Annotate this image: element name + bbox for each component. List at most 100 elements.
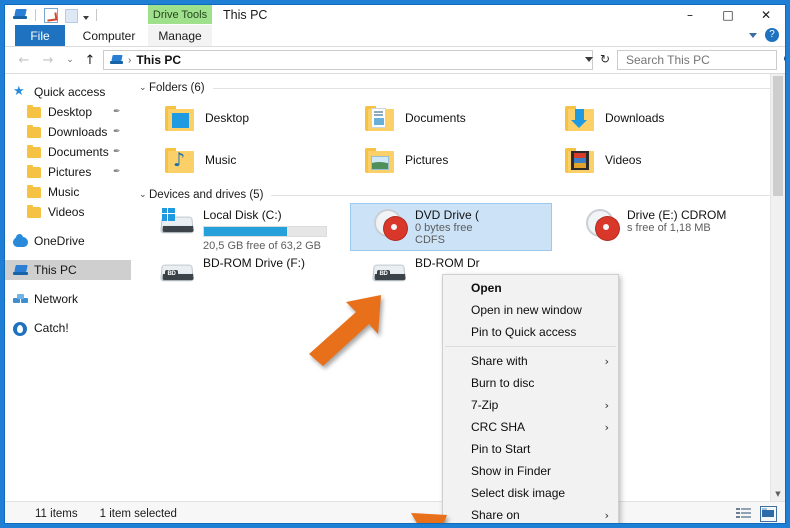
search-input[interactable] — [624, 52, 783, 68]
folder-tile[interactable]: Documents — [339, 97, 539, 139]
menu-item-label: Select disk image — [471, 486, 566, 500]
group-rule — [212, 87, 771, 89]
menu-item-crc-sha[interactable]: CRC SHA › — [443, 416, 618, 438]
window-controls: – □ ✕ — [671, 5, 785, 25]
folder-tile[interactable]: Pictures — [339, 139, 539, 181]
drives-group-header[interactable]: ⌄ Devices and drives (5) — [139, 186, 771, 204]
chevron-down-icon[interactable]: ⌄ — [139, 190, 149, 200]
hard-disk-icon — [160, 208, 195, 240]
pin-icon[interactable]: ✒ — [113, 148, 121, 157]
contextual-tab-header-drive-tools: Drive Tools — [148, 5, 212, 24]
sidebar-item-label: Desktop — [48, 105, 93, 119]
scroll-down-icon[interactable]: ▼ — [771, 487, 785, 501]
sidebar-item-documents[interactable]: Documents ✒ — [5, 142, 131, 162]
folder-tile-label: Documents — [405, 111, 466, 125]
customize-caret-icon[interactable] — [83, 15, 89, 20]
tab-file[interactable]: File — [15, 25, 65, 46]
folders-group-header[interactable]: ⌄ Folders (6) — [139, 79, 771, 97]
submenu-arrow-icon: › — [604, 509, 609, 522]
menu-item-pin-to-quick-access[interactable]: Pin to Quick access — [443, 321, 618, 343]
drive-name: Local Disk (C:) — [203, 208, 282, 222]
sidebar-item-label: This PC — [34, 263, 77, 277]
folder-desktop-icon — [165, 105, 195, 131]
selection-status: 1 item selected — [99, 507, 177, 520]
sidebar-item-this-pc[interactable]: This PC — [5, 260, 131, 280]
folder-tile[interactable]: Downloads — [539, 97, 739, 139]
menu-item-share-on[interactable]: Share on › — [443, 504, 618, 523]
folder-tile[interactable]: Desktop — [139, 97, 339, 139]
dvd-drive-icon — [585, 208, 619, 240]
help-icon[interactable]: ? — [765, 28, 779, 42]
close-icon: ✕ — [760, 8, 772, 22]
minimize-button[interactable]: – — [671, 5, 709, 25]
menu-separator — [445, 346, 616, 347]
chevron-down-icon[interactable] — [584, 56, 593, 62]
vertical-scrollbar[interactable]: ▲ ▼ — [770, 74, 785, 501]
address-bar: ← → ⌄ ↑ › This PC ↻ ⚲ — [5, 47, 785, 74]
pin-icon[interactable]: ✒ — [113, 128, 121, 137]
drive-name: Drive (E:) CDROM — [627, 208, 727, 222]
bd-rom-icon: BD — [372, 256, 407, 288]
folder-downloads-icon — [565, 105, 595, 131]
tab-computer[interactable]: Computer — [73, 25, 145, 46]
sidebar-item-videos[interactable]: Videos — [5, 202, 131, 222]
menu-item-open-in-new-window[interactable]: Open in new window — [443, 299, 618, 321]
menu-item-select-disk-image[interactable]: Select disk image — [443, 482, 618, 504]
tab-manage[interactable]: Manage — [148, 25, 212, 46]
view-toggle-buttons — [736, 506, 777, 522]
menu-item-show-in-finder[interactable]: Show in Finder — [443, 460, 618, 482]
drive-sub: 0 bytes free — [415, 222, 473, 234]
sidebar-item-desktop[interactable]: Desktop ✒ — [5, 102, 131, 122]
up-arrow-icon[interactable]: ↑ — [81, 52, 99, 68]
pin-icon[interactable]: ✒ — [113, 168, 121, 177]
properties-icon[interactable] — [43, 7, 58, 23]
back-arrow-icon[interactable]: ← — [15, 52, 33, 68]
qat-divider-2 — [96, 8, 97, 21]
new-folder-icon[interactable] — [63, 7, 78, 23]
chevron-down-icon[interactable] — [749, 32, 757, 38]
menu-item-pin-to-start[interactable]: Pin to Start — [443, 438, 618, 460]
folder-music-icon: ♪ — [165, 147, 195, 173]
sidebar-item-onedrive[interactable]: OneDrive — [5, 231, 131, 251]
chevron-down-icon[interactable]: ⌄ — [139, 83, 149, 93]
drive-tile[interactable]: Local Disk (C:) 20,5 GB free of 63,2 GB — [139, 204, 339, 252]
sidebar-item-label: Catch! — [34, 321, 69, 335]
menu-item-label: CRC SHA — [471, 420, 526, 434]
drive-tile[interactable]: Drive (E:) CDROM s free of 1,18 MB — [563, 204, 763, 250]
sidebar-item-network[interactable]: Network — [5, 289, 131, 309]
folder-tile[interactable]: ♪ Music — [139, 139, 339, 181]
menu-item-share-with[interactable]: Share with › — [443, 350, 618, 372]
details-view-icon[interactable] — [736, 507, 751, 521]
breadcrumb[interactable]: › This PC — [103, 50, 593, 70]
menu-item-label: Share on — [471, 508, 520, 522]
ribbon-right-controls: ? — [749, 28, 779, 42]
sidebar-item-quick-access[interactable]: ★ Quick access — [5, 82, 131, 102]
search-box[interactable]: ⚲ — [617, 50, 785, 70]
maximize-button[interactable]: □ — [709, 5, 747, 25]
address-bar-buttons: ↻ — [584, 52, 610, 66]
large-icons-view-icon[interactable] — [760, 506, 777, 522]
menu-item-7-zip[interactable]: 7-Zip › — [443, 394, 618, 416]
menu-item-open[interactable]: Open — [443, 277, 618, 299]
sidebar-item-music[interactable]: Music — [5, 182, 131, 202]
sidebar-item-catch[interactable]: Catch! — [5, 318, 131, 338]
recent-locations-icon[interactable]: ⌄ — [61, 52, 79, 68]
breadcrumb-current[interactable]: This PC — [136, 53, 181, 67]
pin-icon[interactable]: ✒ — [113, 108, 121, 117]
drive-tile[interactable]: DVD Drive (0 bytes free CDFS — [350, 203, 552, 251]
menu-item-label: 7-Zip — [471, 398, 499, 412]
scrollbar-thumb[interactable] — [773, 76, 783, 196]
folder-tile[interactable]: Videos — [539, 139, 739, 181]
this-pc-icon — [13, 262, 29, 278]
this-pc-icon[interactable] — [13, 7, 28, 22]
forward-arrow-icon[interactable]: → — [39, 52, 57, 68]
menu-item-burn-to-disc[interactable]: Burn to disc — [443, 372, 618, 394]
folder-tile-label: Pictures — [405, 153, 449, 167]
sidebar-item-pictures[interactable]: Pictures ✒ — [5, 162, 131, 182]
sidebar-item-downloads[interactable]: Downloads ✒ — [5, 122, 131, 142]
sidebar-item-label: Videos — [48, 205, 85, 219]
drive-name: DVD Drive ( — [415, 208, 480, 222]
qat-divider — [35, 8, 36, 21]
close-button[interactable]: ✕ — [747, 5, 785, 25]
refresh-icon[interactable]: ↻ — [600, 52, 610, 66]
